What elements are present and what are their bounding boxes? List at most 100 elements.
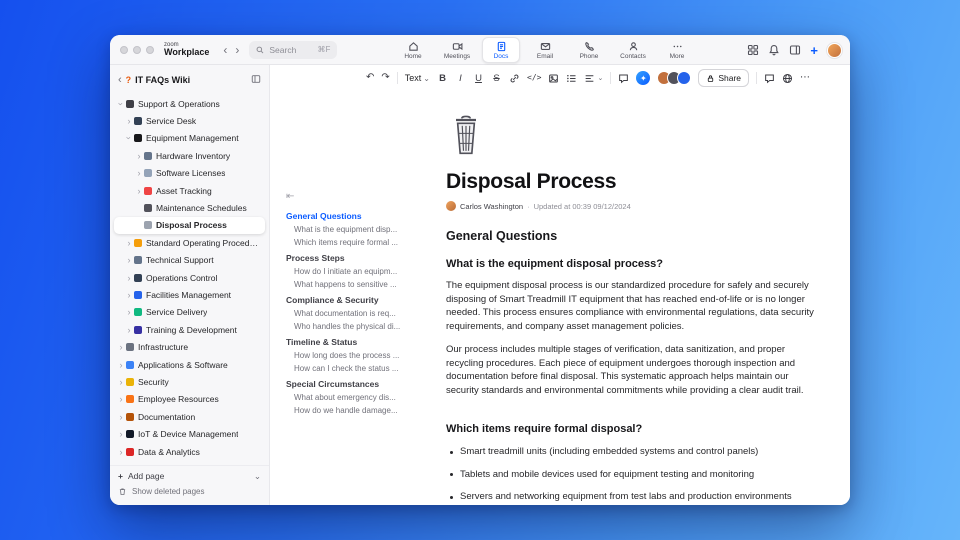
add-comment-button[interactable] [618, 73, 629, 84]
new-item-plus-icon[interactable]: + [810, 44, 818, 57]
more-options-button[interactable]: ⋯ [800, 73, 810, 83]
chevron-right-icon[interactable]: › [125, 116, 133, 126]
document-editor[interactable]: Disposal Process Carlos Washington · Upd… [418, 91, 850, 505]
toc-entry[interactable]: Who handles the physical di... [286, 320, 412, 333]
toc-entry[interactable]: How do I initiate an equipm... [286, 265, 412, 278]
sidebar-page-item[interactable]: › Applications & Software [114, 356, 265, 373]
toc-entry[interactable]: What happens to sensitive ... [286, 278, 412, 291]
sidebar-page-item[interactable]: › Facilities Management [114, 286, 265, 303]
forward-button[interactable]: › [235, 43, 239, 57]
sidebar-page-item[interactable]: › Infrastructure [114, 338, 265, 355]
toc-entry[interactable]: What is the equipment disp... [286, 223, 412, 236]
comments-panel-button[interactable] [764, 73, 775, 84]
chevron-right-icon[interactable]: › [135, 151, 143, 161]
chevron-right-icon[interactable]: › [117, 447, 125, 457]
apps-grid-icon[interactable] [747, 44, 759, 56]
chevron-right-icon[interactable]: › [125, 325, 133, 335]
sidebar-page-item[interactable]: › Security [114, 373, 265, 390]
language-button[interactable] [782, 73, 793, 84]
chevron-right-icon[interactable]: › [135, 186, 143, 196]
sidebar-page-item[interactable]: › Asset Tracking [114, 182, 265, 199]
chevron-right-icon[interactable]: › [124, 134, 134, 142]
code-button[interactable]: </> [527, 74, 541, 82]
sidebar-page-item[interactable]: › Data & Analytics [114, 443, 265, 460]
sidebar-page-item[interactable]: › Maintenance Schedules [114, 199, 265, 216]
collapse-sidebar-icon[interactable] [251, 71, 261, 89]
chevron-right-icon[interactable]: › [125, 273, 133, 283]
sidebar-page-item[interactable]: › Service Desk [114, 112, 265, 129]
doc-title[interactable]: Disposal Process [446, 170, 822, 194]
italic-button[interactable]: I [455, 73, 466, 84]
sidebar-page-item[interactable]: › Employee Resources [114, 391, 265, 408]
toc-entry[interactable]: Timeline & Status [286, 336, 412, 349]
chevron-right-icon[interactable]: › [125, 255, 133, 265]
bold-button[interactable]: B [437, 73, 448, 84]
collaborator-avatar[interactable] [677, 71, 692, 85]
sidebar-page-item[interactable]: › Standard Operating Procedures [114, 234, 265, 251]
undo-button[interactable]: ↶ [366, 73, 374, 83]
underline-button[interactable]: U [473, 73, 484, 84]
chevron-right-icon[interactable]: › [125, 307, 133, 317]
sidebar-page-item[interactable]: › Documentation [114, 408, 265, 425]
tab-home[interactable]: Home [394, 37, 432, 63]
ai-companion-button[interactable]: ✦ [636, 71, 651, 85]
sidebar-page-item[interactable]: › Equipment Management [114, 130, 265, 147]
global-search-input[interactable]: Search ⌘F [249, 40, 338, 59]
sidebar-page-item[interactable]: › Training & Development [114, 321, 265, 338]
chevron-right-icon[interactable]: › [117, 377, 125, 387]
notifications-bell-icon[interactable] [768, 44, 780, 56]
align-button[interactable]: ⌄ [584, 73, 603, 84]
zoom-window-button[interactable] [146, 45, 154, 54]
chevron-right-icon[interactable]: › [117, 429, 125, 439]
toc-entry[interactable]: How long does the process ... [286, 349, 412, 362]
image-button[interactable] [548, 73, 559, 84]
text-style-dropdown[interactable]: Text ⌄ [405, 73, 430, 83]
window-controls[interactable] [120, 45, 154, 54]
collapse-toc-icon[interactable]: ⇤ [286, 191, 294, 202]
chevron-right-icon[interactable]: › [135, 168, 143, 178]
tab-email[interactable]: Email [526, 37, 564, 63]
chevron-right-icon[interactable]: › [117, 412, 125, 422]
bulleted-list-button[interactable] [566, 73, 577, 84]
toc-entry[interactable]: What documentation is req... [286, 307, 412, 320]
toc-entry[interactable]: How can I check the status ... [286, 362, 412, 375]
minimize-window-button[interactable] [133, 45, 141, 54]
toc-entry[interactable]: General Questions [286, 210, 412, 223]
sidebar-back-button[interactable]: ‹ [118, 74, 122, 86]
sidebar-page-item[interactable]: › Support & Operations [114, 95, 265, 112]
chevron-right-icon[interactable]: › [117, 360, 125, 370]
sidebar-page-item[interactable]: › IoT & Device Management [114, 425, 265, 442]
toc-entry[interactable]: Process Steps [286, 252, 412, 265]
tab-more[interactable]: More [658, 37, 696, 63]
tab-docs[interactable]: Docs [482, 37, 520, 63]
show-deleted-pages-button[interactable]: Show deleted pages [118, 484, 261, 499]
tab-meetings[interactable]: Meetings [438, 37, 476, 63]
toc-entry[interactable]: Special Circumstances [286, 378, 412, 391]
chevron-right-icon[interactable]: › [125, 238, 133, 248]
user-avatar[interactable] [827, 42, 842, 58]
chevron-right-icon[interactable]: › [116, 100, 126, 108]
tab-phone[interactable]: Phone [570, 37, 608, 63]
add-page-button[interactable]: + Add page ⌄ [118, 468, 261, 484]
sidebar-page-item[interactable]: › Disposal Process [114, 216, 265, 235]
link-button[interactable] [509, 73, 520, 84]
toc-entry[interactable]: What about emergency dis... [286, 391, 412, 404]
toc-entry[interactable]: Which items require formal ... [286, 236, 412, 249]
sidebar-page-item[interactable]: › Hardware Inventory [114, 147, 265, 164]
sidebar-page-item[interactable]: › Service Delivery [114, 304, 265, 321]
back-button[interactable]: ‹ [223, 43, 227, 57]
redo-button[interactable]: ↷ [381, 73, 389, 83]
sidebar-page-item[interactable]: › Operations Control [114, 269, 265, 286]
strikethrough-button[interactable]: S [491, 73, 502, 84]
chevron-right-icon[interactable]: › [125, 290, 133, 300]
close-window-button[interactable] [120, 45, 128, 54]
side-panel-icon[interactable] [789, 44, 801, 56]
sidebar-page-item[interactable]: › Software Licenses [114, 165, 265, 182]
chevron-right-icon[interactable]: › [117, 394, 125, 404]
chevron-right-icon[interactable]: › [117, 342, 125, 352]
tab-contacts[interactable]: Contacts [614, 37, 652, 63]
toc-entry[interactable]: How do we handle damage... [286, 404, 412, 417]
toc-entry[interactable]: Compliance & Security [286, 294, 412, 307]
sidebar-page-item[interactable]: › Technical Support [114, 252, 265, 269]
add-page-dropdown-icon[interactable]: ⌄ [254, 471, 261, 482]
